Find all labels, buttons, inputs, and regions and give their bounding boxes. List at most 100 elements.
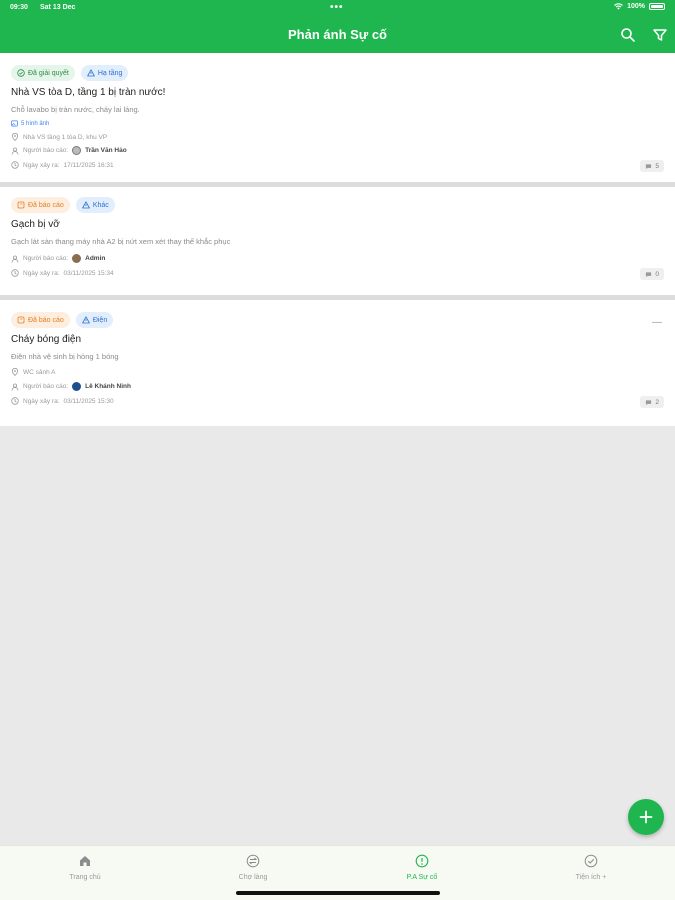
date-value: 03/11/2025 15:34 xyxy=(63,269,114,277)
category-badge: Khác xyxy=(75,197,115,213)
badge-row: Đã báo cáo Khác xyxy=(11,197,115,213)
alert-icon xyxy=(415,854,429,868)
reporter-name: Lê Khánh Ninh xyxy=(85,383,131,390)
filter-icon[interactable] xyxy=(652,27,668,43)
status-badge: Đã báo cáo xyxy=(11,312,70,328)
search-icon[interactable] xyxy=(620,27,636,43)
badge-row: Đã giải quyết Hạ tầng xyxy=(11,65,129,81)
status-label: Đã báo cáo xyxy=(28,201,64,209)
reporter-name: Admin xyxy=(85,255,106,262)
tab-incident-reports[interactable]: P.A Sự cố xyxy=(372,854,472,881)
battery-icon xyxy=(649,3,665,10)
comment-icon xyxy=(646,399,652,405)
incident-description: Chỗ lavabo bị tràn nước, chảy lai láng. xyxy=(11,105,140,114)
multitask-dots-icon[interactable]: ••• xyxy=(330,2,344,13)
plus-icon xyxy=(639,810,653,824)
location-row: Nhà VS tầng 1 tòa D, khu VP xyxy=(11,133,107,141)
incident-list: Đã giải quyết Hạ tầng Nhà VS tòa D, tầng… xyxy=(0,53,675,426)
category-label: Điện xyxy=(92,316,108,324)
battery-percent: 100% xyxy=(627,3,645,10)
location-pin-icon xyxy=(11,133,19,141)
status-bar: 09:30 Sat 13 Dec ••• 100% xyxy=(0,0,675,16)
date-value: 03/11/2025 15:30 xyxy=(63,397,114,405)
add-incident-button[interactable] xyxy=(628,799,664,835)
clock-icon xyxy=(11,397,19,405)
home-icon xyxy=(80,856,90,866)
date-label: Ngày xảy ra: xyxy=(23,161,60,169)
wifi-icon xyxy=(614,3,623,10)
warning-icon xyxy=(82,316,90,324)
reporter-row: Người báo cáo: Admin xyxy=(11,254,105,263)
comment-icon xyxy=(646,271,652,277)
status-date: Sat 13 Dec xyxy=(40,4,76,11)
reporter-label: Người báo cáo: xyxy=(23,147,69,154)
incident-title: Nhà VS tòa D, tầng 1 bị tràn nước! xyxy=(11,87,166,98)
incident-card[interactable]: Đã báo cáo Điện — Cháy bóng điện Điện nh… xyxy=(0,300,675,426)
comment-count-value: 5 xyxy=(655,162,659,170)
clock-icon xyxy=(11,269,19,277)
status-right: 100% xyxy=(614,3,665,10)
app-header: 09:30 Sat 13 Dec ••• 100% Phản ánh Sự cố xyxy=(0,0,675,53)
location-text: WC sảnh A xyxy=(23,368,56,376)
badge-row: Đã báo cáo Điện xyxy=(11,312,114,328)
category-badge: Điện xyxy=(75,312,114,328)
images-count: 5 hình ảnh xyxy=(21,120,50,127)
comment-count[interactable]: 0 xyxy=(640,268,664,280)
category-label: Khác xyxy=(92,201,109,209)
date-row: Ngày xảy ra: 03/11/2025 15:34 xyxy=(11,269,114,277)
reporter-name: Trần Văn Hảo xyxy=(85,147,127,154)
location-pin-icon xyxy=(11,368,19,376)
category-badge: Hạ tầng xyxy=(80,65,129,81)
more-options-icon[interactable]: — xyxy=(652,317,662,328)
comment-icon xyxy=(646,163,652,169)
incident-card[interactable]: Đã giải quyết Hạ tầng Nhà VS tòa D, tầng… xyxy=(0,53,675,187)
warning-icon xyxy=(87,69,95,77)
date-row: Ngày xảy ra: 17/11/2025 16:31 xyxy=(11,161,114,169)
exchange-icon xyxy=(246,854,260,868)
category-label: Hạ tầng xyxy=(97,69,123,77)
tab-market[interactable]: Chợ làng xyxy=(203,854,303,881)
check-circle-icon xyxy=(584,854,598,868)
images-link[interactable]: 5 hình ảnh xyxy=(11,120,49,127)
report-icon xyxy=(17,201,25,209)
page-title: Phản ánh Sự cố xyxy=(288,27,387,42)
date-label: Ngày xảy ra: xyxy=(23,269,60,277)
person-icon xyxy=(11,255,19,263)
location-text: Nhà VS tầng 1 tòa D, khu VP xyxy=(23,133,108,141)
tab-label: Tiện ích + xyxy=(575,874,607,881)
warning-icon xyxy=(82,201,90,209)
location-row: WC sảnh A xyxy=(11,368,56,376)
reporter-row: Người báo cáo: Lê Khánh Ninh xyxy=(11,382,131,391)
comment-count[interactable]: 2 xyxy=(640,396,664,408)
check-circle-icon xyxy=(17,69,25,77)
incident-description: Điện nhà vệ sinh bị hỏng 1 bóng xyxy=(11,352,119,361)
image-icon xyxy=(11,120,18,127)
avatar xyxy=(72,146,82,155)
incident-title: Cháy bóng điện xyxy=(11,334,82,345)
incident-card[interactable]: Đã báo cáo Khác Gạch bị vỡ Gạch lát sàn … xyxy=(0,187,675,300)
status-label: Đã báo cáo xyxy=(28,316,64,324)
avatar xyxy=(72,382,82,391)
home-indicator[interactable] xyxy=(236,891,440,895)
comment-count-value: 2 xyxy=(655,398,659,406)
status-label: Đã giải quyết xyxy=(28,69,69,77)
tab-label: P.A Sự cố xyxy=(406,874,438,881)
clock-icon xyxy=(11,161,19,169)
date-row: Ngày xảy ra: 03/11/2025 15:30 xyxy=(11,397,114,405)
tab-utilities[interactable]: Tiện ích + xyxy=(541,854,641,881)
tab-label: Trang chủ xyxy=(69,874,101,881)
status-badge: Đã báo cáo xyxy=(11,197,70,213)
incident-description: Gạch lát sàn thang máy nhà A2 bị nứt xem… xyxy=(11,237,231,246)
date-value: 17/11/2025 16:31 xyxy=(63,161,114,169)
tab-label: Chợ làng xyxy=(238,874,268,881)
report-icon xyxy=(17,316,25,324)
reporter-label: Người báo cáo: xyxy=(23,255,69,262)
tab-home[interactable]: Trang chủ xyxy=(35,854,135,881)
comment-count[interactable]: 5 xyxy=(640,160,664,172)
reporter-row: Người báo cáo: Trần Văn Hảo xyxy=(11,146,127,155)
date-label: Ngày xảy ra: xyxy=(23,397,60,405)
comment-count-value: 0 xyxy=(655,270,659,278)
person-icon xyxy=(11,147,19,155)
avatar xyxy=(72,254,82,263)
status-time: 09:30 xyxy=(10,4,28,11)
